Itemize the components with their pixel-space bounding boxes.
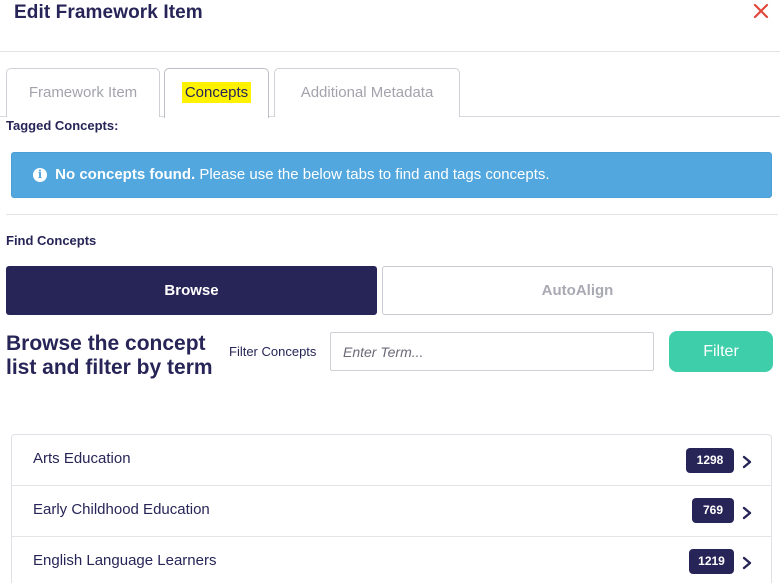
section-divider (6, 214, 778, 215)
chevron-right-icon (742, 556, 752, 570)
filter-button[interactable]: Filter (669, 331, 773, 372)
concept-row-arts-education[interactable]: Arts Education 1298 (12, 435, 771, 486)
tab-additional-metadata[interactable]: Additional Metadata (274, 68, 460, 117)
tab-framework-item[interactable]: Framework Item (6, 68, 160, 117)
alert-bold-text: No concepts found. (55, 166, 196, 183)
concept-name: Arts Education (33, 450, 131, 467)
tab-label: Concepts (181, 82, 252, 103)
concept-count-badge: 769 (692, 498, 734, 523)
find-concepts-label: Find Concepts (6, 233, 97, 248)
concept-row-early-childhood-education[interactable]: Early Childhood Education 769 (12, 486, 771, 537)
chevron-right-icon (742, 455, 752, 469)
concept-name: Early Childhood Education (33, 501, 210, 518)
chevron-right-icon (742, 506, 752, 520)
tab-label: Additional Metadata (300, 84, 434, 101)
concept-list: Arts Education 1298 Early Childhood Educ… (11, 434, 772, 583)
concept-count-badge: 1298 (686, 448, 734, 473)
tagged-concepts-label: Tagged Concepts: (6, 118, 119, 133)
browse-heading: Browse the concept list and filter by te… (6, 332, 213, 379)
no-concepts-alert: i No concepts found. Please use the belo… (11, 152, 772, 198)
tab-concepts[interactable]: Concepts (164, 68, 269, 118)
concept-name: English Language Learners (33, 552, 217, 569)
alert-text: Please use the below tabs to find and ta… (195, 166, 550, 183)
info-icon: i (33, 168, 47, 182)
filter-concepts-label: Filter Concepts (229, 344, 317, 359)
autoalign-button[interactable]: AutoAlign (382, 266, 773, 315)
tab-bar: Framework Item Concepts Additional Metad… (0, 68, 780, 118)
concept-count-badge: 1219 (689, 549, 734, 574)
dialog-title: Edit Framework Item (14, 2, 203, 23)
close-icon[interactable] (751, 0, 771, 22)
browse-button[interactable]: Browse (6, 266, 377, 315)
tab-label: Framework Item (28, 84, 138, 101)
concept-row-english-language-learners[interactable]: English Language Learners 1219 (12, 537, 771, 583)
filter-term-input[interactable] (330, 332, 654, 371)
dialog-header: Edit Framework Item (0, 0, 780, 52)
